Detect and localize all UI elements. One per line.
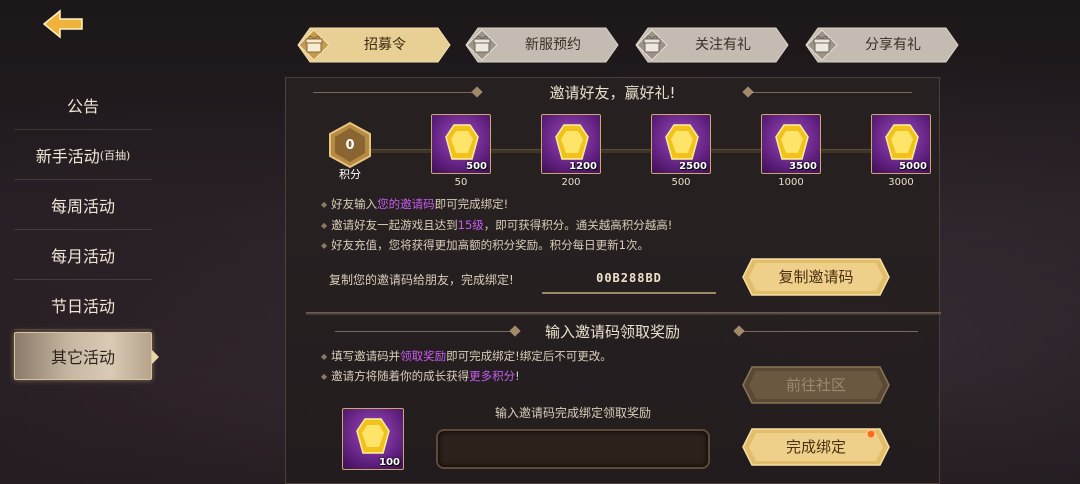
section-divider xyxy=(306,312,941,315)
yellow-gem-icon xyxy=(356,418,390,454)
back-arrow-icon xyxy=(42,9,83,39)
sidebar-item-festival[interactable]: 节日活动 xyxy=(14,280,152,330)
invite-rule-2: 邀请好友一起游戏且达到15级，即可获得积分。通关越高积分越高! xyxy=(321,217,672,233)
input-label: 输入邀请码完成绑定领取奖励 xyxy=(494,406,651,420)
sidebar-item-monthly[interactable]: 每月活动 xyxy=(14,230,152,280)
invite-code-input[interactable] xyxy=(436,429,710,469)
copy-hint: 复制您的邀请码给朋友，完成绑定! xyxy=(329,273,514,287)
redeem-reward-slot[interactable]: 100 xyxy=(342,408,404,470)
redeem-rule-1: 填写邀请码并领取奖励即可完成绑定!绑定后不可更改。 xyxy=(321,348,612,364)
gift-icon xyxy=(466,29,498,61)
gift-icon xyxy=(298,29,330,61)
reward-slot[interactable]: 2500 xyxy=(651,114,711,174)
yellow-gem-icon xyxy=(885,124,919,160)
reward-threshold: 50 xyxy=(454,177,468,188)
invite-rule-3: 好友充值，您将获得更加高额的积分奖励。积分每日更新1次。 xyxy=(321,237,649,253)
sidebar: 公告 新手活动 (百抽) 每周活动 每月活动 节日活动 其它活动 xyxy=(0,80,165,380)
score-badge: 0 积分 xyxy=(326,121,374,181)
back-arrow-button[interactable] xyxy=(40,8,88,40)
yellow-gem-icon xyxy=(775,124,809,160)
tab-follow-gift[interactable]: 关注有礼 xyxy=(634,27,789,63)
invite-rule-1: 好友输入您的邀请码即可完成绑定! xyxy=(321,196,508,212)
tab-share-gift[interactable]: 分享有礼 xyxy=(804,27,959,63)
copy-code-button[interactable]: 复制邀请码 xyxy=(742,258,890,296)
complete-bind-button[interactable]: 完成绑定 xyxy=(742,428,890,466)
gift-icon xyxy=(806,29,838,61)
yellow-gem-icon xyxy=(555,124,589,160)
yellow-gem-icon xyxy=(665,124,699,160)
reward-threshold: 3000 xyxy=(888,177,914,188)
reward-threshold: 200 xyxy=(561,177,581,188)
invite-section-title: 邀请好友，赢好礼! xyxy=(285,82,940,103)
reward-threshold: 1000 xyxy=(778,177,804,188)
sidebar-item-announcement[interactable]: 公告 xyxy=(14,80,152,130)
go-community-button[interactable]: 前往社区 xyxy=(742,366,890,404)
reward-slot[interactable]: 1200 xyxy=(541,114,601,174)
sidebar-item-newbie[interactable]: 新手活动 (百抽) xyxy=(14,130,152,180)
invite-code: 00B288BD xyxy=(542,266,716,294)
redeem-rule-2: 邀请方将随着你的成长获得更多积分! xyxy=(321,368,520,384)
reward-slot[interactable]: 5000 xyxy=(871,114,931,174)
sidebar-item-other[interactable]: 其它活动 xyxy=(14,332,159,380)
yellow-gem-icon xyxy=(445,124,479,160)
gift-icon xyxy=(636,29,668,61)
reward-threshold: 500 xyxy=(671,177,691,188)
reward-slot[interactable]: 500 xyxy=(431,114,491,174)
tab-recruit[interactable]: 招募令 xyxy=(296,27,451,63)
redeem-section-title: 输入邀请码领取奖励 xyxy=(285,321,940,342)
reward-slot[interactable]: 3500 xyxy=(761,114,821,174)
sidebar-item-weekly[interactable]: 每周活动 xyxy=(14,180,152,230)
tab-server-reservation[interactable]: 新服预约 xyxy=(464,27,619,63)
